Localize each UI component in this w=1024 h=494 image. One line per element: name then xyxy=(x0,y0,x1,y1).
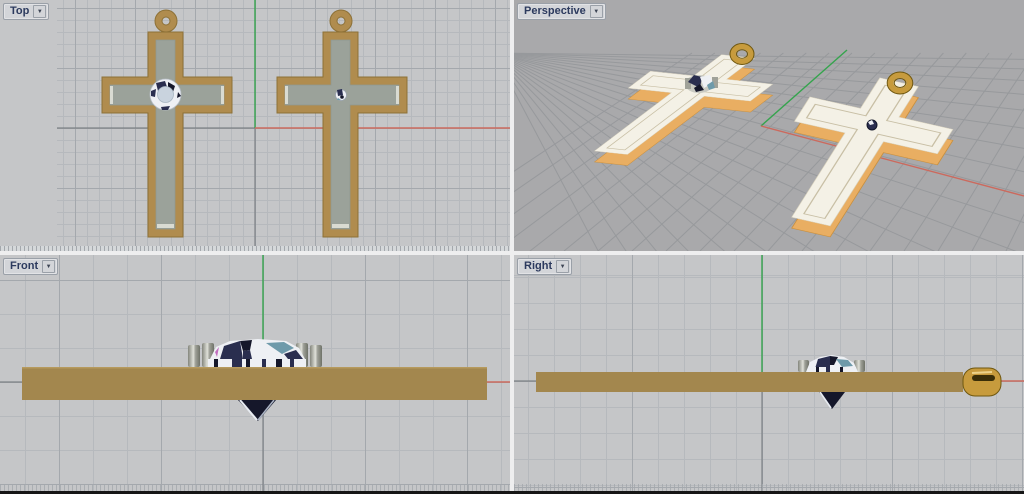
top-view-cross-right[interactable] xyxy=(277,10,407,237)
viewport-title-perspective[interactable]: Perspective xyxy=(524,5,586,18)
grid-edge-ticks xyxy=(0,484,510,491)
perspective-bail-left[interactable] xyxy=(730,44,754,65)
viewport-title-front[interactable]: Front xyxy=(10,260,38,273)
right-view-cross-profile[interactable] xyxy=(536,372,963,392)
top-view-gemstone-small[interactable] xyxy=(336,89,347,101)
chevron-down-icon[interactable]: ▼ xyxy=(590,5,603,18)
right-view-bail-profile[interactable] xyxy=(963,368,1001,396)
right-view-scene xyxy=(514,255,1024,491)
grid-edge-ticks xyxy=(0,246,510,251)
top-view-axes xyxy=(57,0,510,251)
viewport-tab-front[interactable]: Front ▼ xyxy=(3,258,58,275)
chevron-down-icon[interactable]: ▼ xyxy=(33,5,46,18)
viewport-top[interactable]: Top ▼ xyxy=(0,0,510,251)
grid-edge-ticks xyxy=(514,484,1024,491)
top-view-scene xyxy=(0,0,510,251)
top-view-cross-left[interactable] xyxy=(102,10,232,237)
chevron-down-icon[interactable]: ▼ xyxy=(556,260,569,273)
application-workspace: Top ▼ xyxy=(0,0,1024,494)
top-view-gemstone-large[interactable] xyxy=(150,79,181,110)
viewport-tab-top[interactable]: Top ▼ xyxy=(3,3,49,20)
viewport-perspective[interactable]: Perspective ▼ xyxy=(514,0,1024,251)
perspective-grid xyxy=(514,53,1024,251)
front-view-cross-profile[interactable] xyxy=(22,367,487,400)
front-view-scene xyxy=(0,255,510,491)
viewport-title-right[interactable]: Right xyxy=(524,260,552,273)
viewport-tab-perspective[interactable]: Perspective ▼ xyxy=(517,3,606,20)
viewport-tab-right[interactable]: Right ▼ xyxy=(517,258,572,275)
viewport-right[interactable]: Right ▼ xyxy=(514,255,1024,491)
viewport-front[interactable]: Front ▼ xyxy=(0,255,510,491)
viewport-title-top[interactable]: Top xyxy=(10,5,29,18)
perspective-gemstone-small[interactable] xyxy=(867,120,877,130)
perspective-scene xyxy=(514,0,1024,251)
chevron-down-icon[interactable]: ▼ xyxy=(42,260,55,273)
